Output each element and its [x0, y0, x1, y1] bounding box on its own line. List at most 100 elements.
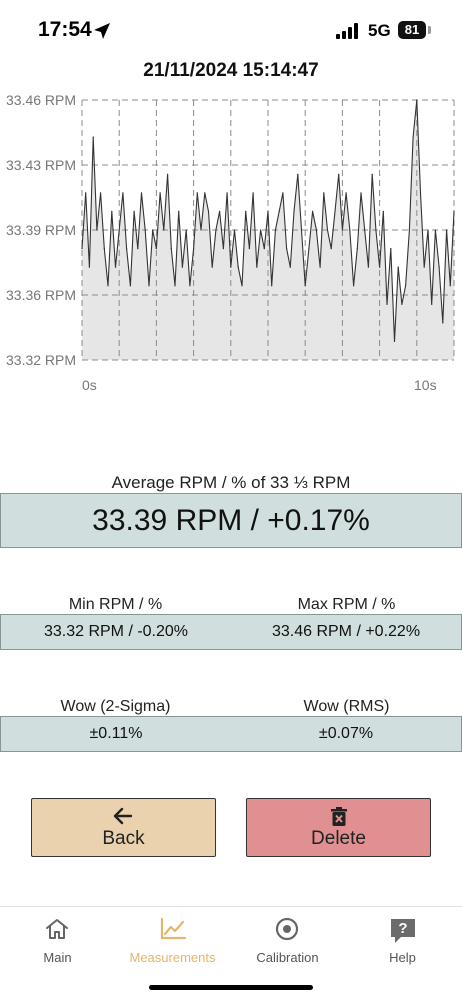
chart-data-point: [297, 173, 299, 175]
chart-data-point: [271, 285, 273, 287]
chart-data-point: [163, 229, 165, 231]
chart-data-point: [170, 248, 172, 250]
tab-help[interactable]: ? Help: [345, 907, 460, 977]
help-icon: ?: [391, 919, 415, 943]
x-tick-label: 0s: [82, 377, 97, 393]
chart-data-point: [367, 266, 369, 268]
y-tick-label: 33.32 RPM: [6, 352, 76, 368]
average-label: Average RPM / % of 33 ⅓ RPM: [111, 473, 351, 492]
chart-data-point: [148, 285, 150, 287]
chart-data-point: [405, 285, 407, 287]
chart-data-point: [431, 303, 433, 305]
chart-data-point: [315, 229, 317, 231]
wow-sigma-value: ±0.11%: [89, 725, 143, 742]
chart-data-point: [196, 192, 198, 194]
chart-data-point: [379, 266, 381, 268]
chart-data-point: [453, 210, 455, 212]
chart-data-point: [267, 210, 269, 212]
chart-data-point: [278, 210, 280, 212]
chart-data-point: [274, 229, 276, 231]
chart-data-point: [408, 229, 410, 231]
chart-data-point: [446, 229, 448, 231]
rpm-chart: 33.46 RPM 33.43 RPM 33.39 RPM 33.36 RPM 33.3…: [6, 92, 455, 393]
chart-data-point: [289, 266, 291, 268]
chart-data-point: [427, 229, 429, 231]
tab-measurements[interactable]: Measurements: [115, 907, 230, 977]
cellular-signal-icon: [336, 23, 358, 39]
chart-data-point: [122, 192, 124, 194]
wow-sigma-label: Wow (2-Sigma): [60, 698, 171, 715]
min-max-box: 33.32 RPM / -0.20% 33.46 RPM / +0.22%: [0, 614, 462, 650]
home-indicator[interactable]: [149, 985, 313, 990]
chart-data-point: [449, 285, 451, 287]
min-value: 33.32 RPM / -0.20%: [43, 623, 189, 640]
chart-data-point: [155, 248, 157, 250]
chart-data-point: [360, 192, 362, 194]
target-icon: [275, 917, 299, 941]
back-button[interactable]: Back: [31, 798, 216, 857]
chart-data-point: [326, 229, 329, 231]
chart-data-point: [140, 192, 143, 194]
chart-data-point: [382, 210, 384, 212]
y-tick-label: 33.43 RPM: [6, 157, 76, 173]
chart-data-point: [349, 229, 351, 231]
chart-data-point: [211, 266, 213, 268]
average-box: 33.39 RPM / +0.17%: [0, 493, 462, 548]
chart-data-point: [200, 229, 202, 231]
chart-title: 21/11/2024 15:14:47: [143, 60, 319, 81]
chart-data-point: [393, 340, 396, 342]
chart-data-point: [256, 266, 258, 268]
chart-data-point: [397, 266, 399, 268]
status-bar: 17:54 5G 81: [0, 0, 462, 62]
chart-data-point: [282, 192, 284, 194]
chart-data-point: [233, 229, 236, 231]
chart-data-point: [92, 136, 94, 138]
chart-data-point: [330, 248, 332, 250]
location-arrow-icon: [94, 23, 110, 39]
chart-data-point: [371, 173, 373, 175]
chart-data-point: [159, 192, 161, 194]
chart-data-point: [129, 285, 131, 287]
chart-data-point: [81, 248, 83, 250]
tab-calibration[interactable]: Calibration: [230, 907, 345, 977]
back-label: Back: [102, 828, 145, 849]
max-label: Max RPM / %: [297, 596, 396, 613]
chart-data-point: [308, 248, 310, 250]
chart-data-point: [341, 229, 343, 231]
chart-data-point: [88, 266, 90, 268]
chart-data-point: [390, 248, 392, 250]
chart-data-point: [300, 229, 303, 231]
chart-data-point: [319, 266, 321, 268]
chart-data-point: [96, 229, 98, 231]
chart-data-point: [401, 303, 403, 305]
wow-box: ±0.11% ±0.07%: [0, 716, 462, 752]
chart-data-point: [334, 210, 336, 212]
chart-data-point: [133, 210, 135, 212]
delete-label: Delete: [311, 828, 366, 849]
tab-main[interactable]: Main: [0, 907, 115, 977]
chart-data-point: [111, 210, 113, 212]
chart-data-point: [364, 229, 366, 231]
chart-data-point: [353, 285, 355, 287]
chart-data-point: [118, 229, 120, 231]
wow-rms-value: ±0.07%: [318, 725, 374, 742]
chart-data-point: [226, 192, 228, 194]
chart-data-point: [252, 192, 254, 194]
chart-data-point: [356, 248, 358, 250]
tab-measurements-label: Measurements: [129, 950, 216, 965]
chart-data-point: [375, 229, 377, 231]
trash-icon: [331, 807, 347, 826]
chart-data-point: [419, 192, 422, 194]
chart-data-point: [222, 248, 224, 250]
chart-data-point: [386, 303, 388, 305]
x-tick-label: 10s: [414, 377, 437, 393]
chart-data-point: [114, 266, 117, 268]
chart-data-point: [85, 192, 87, 194]
chart-data-point: [293, 210, 295, 212]
chart-data-point: [219, 210, 221, 212]
chart-data-point: [207, 210, 210, 212]
chart-data-point: [442, 322, 444, 324]
chart-data-point: [248, 248, 250, 250]
max-value: 33.46 RPM / +0.22%: [271, 623, 421, 640]
delete-button[interactable]: Delete: [246, 798, 431, 857]
